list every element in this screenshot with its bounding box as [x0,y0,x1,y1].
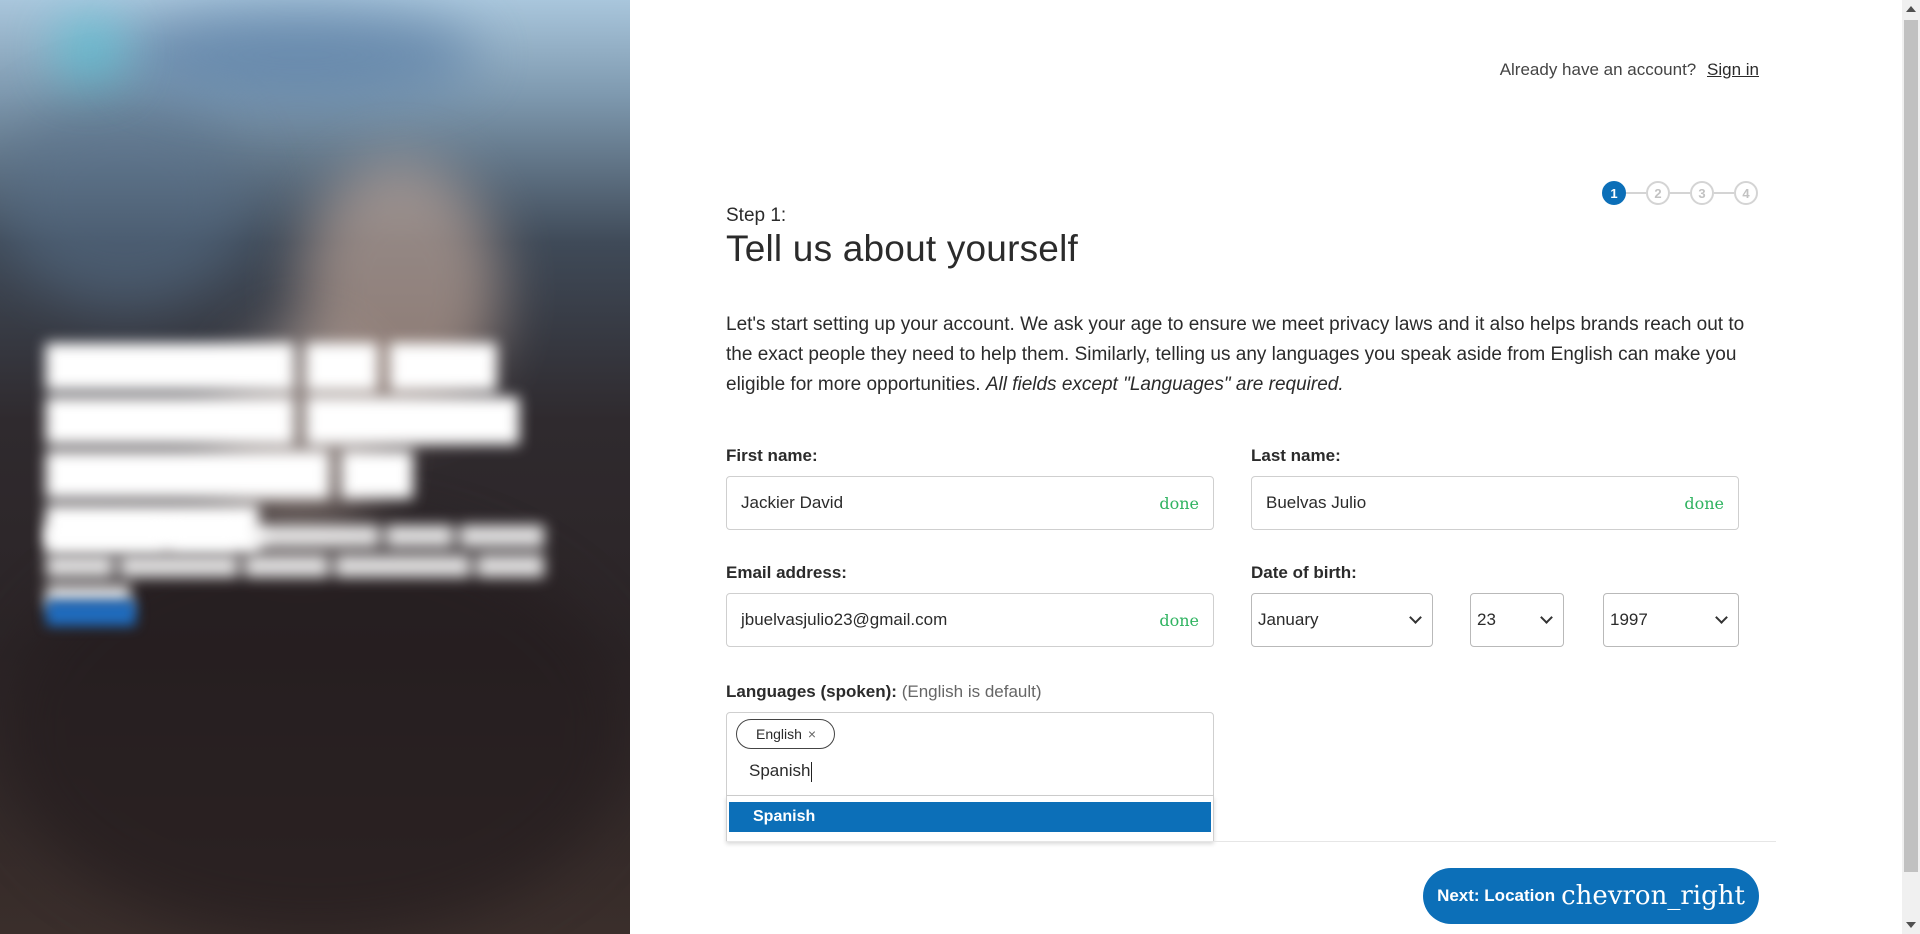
last-name-value: Buelvas Julio [1266,493,1367,512]
language-chip-english: English × [736,719,836,749]
scrollbar-thumb[interactable] [1904,20,1918,872]
dob-month-select[interactable]: January [1251,593,1433,647]
sign-in-link[interactable]: Sign in [1707,60,1759,79]
page-title: Tell us about yourself [726,228,1078,269]
step-2-indicator: 2 [1646,181,1670,205]
scroll-up-arrow-icon[interactable] [1906,6,1916,12]
dob-label: Date of birth: [1251,563,1357,582]
chevron-right-icon: chevron_right [1561,881,1745,911]
languages-input-value: Spanish [749,761,811,780]
first-name-value: Jackier David [741,493,844,512]
form-divider [726,841,1776,842]
scroll-down-arrow-icon[interactable] [1906,922,1916,928]
step-4-indicator: 4 [1734,181,1758,205]
intro-required-note: All fields except "Languages" are requir… [985,374,1344,395]
chevron-down-icon [1540,611,1553,624]
remove-chip-icon[interactable]: × [808,726,816,742]
chevron-down-icon [1715,611,1728,624]
chevron-down-icon [1409,611,1422,624]
dob-day-select[interactable]: 23 [1470,593,1564,647]
dob-year-select[interactable]: 1997 [1603,593,1739,647]
hero-blurred-subtext: ▇▇▇▇▇▇▇ ▇▇▇▇ ▇▇▇▇▇▇▇▇ ▇▇▇▇ ▇▇▇▇▇ ▇▇▇▇ ▇▇… [46,522,545,607]
progress-stepper: 1 2 3 4 [1602,181,1758,205]
next-location-button[interactable]: Next: Location chevron_right [1423,868,1759,924]
done-icon: done [1159,610,1199,630]
intro-text: Let's start setting up your account. We … [726,310,1760,400]
done-icon: done [1159,493,1199,513]
languages-label: Languages (spoken): (English is default) [726,682,1042,702]
next-button-label: Next: Location [1437,886,1556,905]
first-name-field[interactable]: Jackier David done [726,476,1214,530]
step-label: Step 1: [726,205,787,226]
step-connector [1714,192,1734,194]
step-connector [1670,192,1690,194]
text-caret [811,761,813,782]
languages-hint: (English is default) [901,682,1042,701]
language-chip-label: English [756,726,802,742]
already-account-text: Already have an account? [1499,60,1697,79]
page-scrollbar[interactable] [1902,0,1920,934]
signin-prompt: Already have an account? Sign in [1500,60,1759,80]
languages-input-box[interactable]: English × Spanish [726,712,1214,796]
last-name-label: Last name: [1251,446,1341,465]
languages-suggestions: Spanish [726,796,1214,842]
step-connector [1626,192,1646,194]
email-label: Email address: [726,563,847,582]
dob-year-value: 1997 [1610,610,1648,629]
hero-blurred-button [46,600,136,626]
first-name-label: First name: [726,446,818,465]
suggestion-option-spanish[interactable]: Spanish [729,802,1211,832]
email-field[interactable]: jbuelvasjulio23@gmail.com done [726,593,1214,647]
languages-label-text: Languages (spoken): [726,682,897,701]
email-value: jbuelvasjulio23@gmail.com [741,610,948,629]
languages-search-input[interactable]: Spanish [749,761,813,782]
dob-day-value: 23 [1477,610,1496,629]
step-3-indicator: 3 [1690,181,1714,205]
last-name-field[interactable]: Buelvas Julio done [1251,476,1739,530]
done-icon: done [1684,493,1724,513]
hero-image: ▇▇▇▇▇▇▇ ▇▇ ▇▇▇ ▇▇▇▇▇▇▇ ▇▇▇▇▇▇ ▇▇▇▇▇▇▇▇ ▇… [0,0,630,934]
step-1-indicator: 1 [1602,181,1626,205]
dob-month-value: January [1258,610,1319,629]
